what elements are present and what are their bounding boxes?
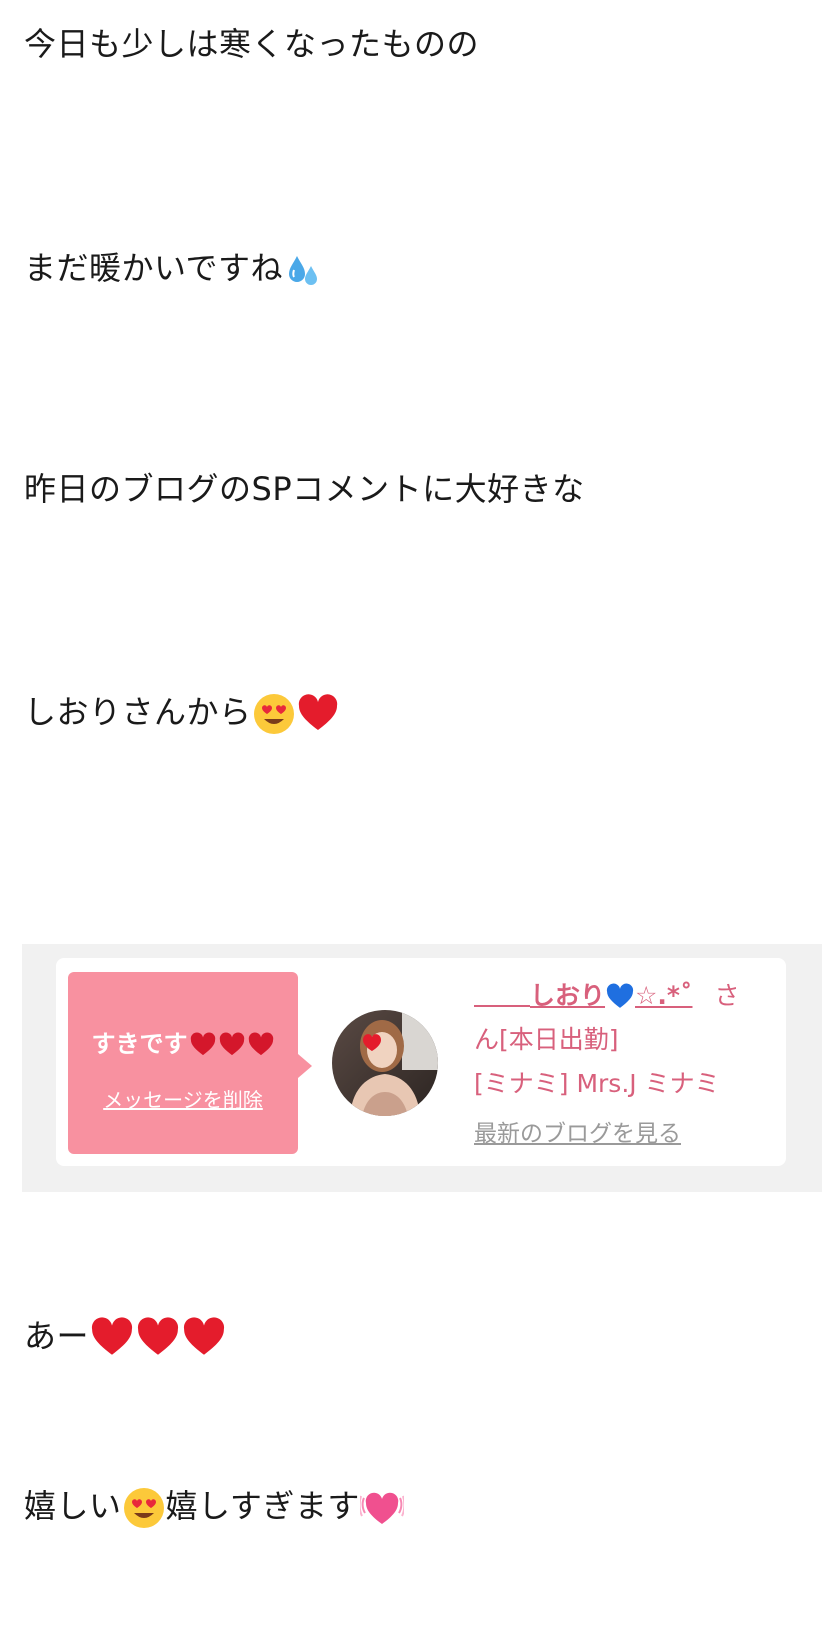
post-line-1: 今日も少しは寒くなったものの [24, 22, 479, 66]
post-text-4: しおりさんから [24, 693, 252, 731]
sender-status: ん[本日出勤] [474, 1025, 619, 1054]
message-label: すきです [91, 1030, 188, 1058]
heart-eyes-icon [122, 1486, 166, 1530]
red-heart-icon [189, 1031, 217, 1059]
sender-shop: [ミナミ] Mrs.J ミナミ [474, 1069, 720, 1098]
post-text-5: あー [24, 1317, 90, 1355]
sender-name-link[interactable]: しおり ☆.*˚ [530, 981, 693, 1010]
growing-heart-icon [359, 1486, 404, 1530]
latest-blog-link[interactable]: 最新のブログを見る [474, 1116, 764, 1152]
sender-name: しおり [530, 981, 606, 1010]
message-bubble: すきです メッセージを削除 [68, 972, 312, 1154]
post-text-3: 昨日のブログのSPコメントに大好きな [24, 470, 585, 508]
post-text-6b: 嬉しすぎます [165, 1487, 360, 1525]
comment-card-container: すきです メッセージを削除 しおり ☆.*˚ さ ん[本日出勤] [ミナミ] M… [22, 944, 822, 1192]
post-text-6a: 嬉しい [24, 1487, 122, 1525]
post-line-5: あー [24, 1314, 227, 1361]
post-line-2: まだ暖かいですね [24, 246, 323, 290]
red-heart-icon [135, 1315, 181, 1361]
name-prefix-underline [474, 987, 530, 1007]
comment-card: すきです メッセージを削除 しおり ☆.*˚ さ ん[本日出勤] [ミナミ] M… [56, 958, 786, 1166]
sender-info: しおり ☆.*˚ さ ん[本日出勤] [ミナミ] Mrs.J ミナミ 最新のブログを… [474, 974, 764, 1152]
post-line-6: 嬉しい 嬉しすぎます [24, 1484, 404, 1530]
message-text: すきです [68, 1024, 298, 1059]
blue-heart-icon [605, 982, 635, 1012]
delete-message-link[interactable]: メッセージを削除 [68, 1084, 298, 1113]
heart-eyes-icon [252, 692, 296, 736]
sender-avatar[interactable] [332, 1010, 438, 1116]
post-text-1: 今日も少しは寒くなったものの [24, 25, 480, 63]
red-heart-icon [218, 1031, 246, 1059]
red-heart-icon [247, 1031, 275, 1059]
honorific: さ [714, 981, 740, 1010]
sender-name-line: しおり ☆.*˚ さ [474, 974, 764, 1018]
sweat-droplets-icon [283, 250, 323, 290]
red-heart-icon [181, 1315, 227, 1361]
red-heart-icon [296, 692, 340, 736]
red-heart-icon [89, 1315, 135, 1361]
post-text-2: まだ暖かいですね [24, 249, 284, 287]
post-line-4: しおりさんから [24, 690, 340, 736]
sender-name-suffix: ☆.*˚ [635, 981, 693, 1010]
post-line-3: 昨日のブログのSPコメントに大好きな [24, 467, 585, 511]
